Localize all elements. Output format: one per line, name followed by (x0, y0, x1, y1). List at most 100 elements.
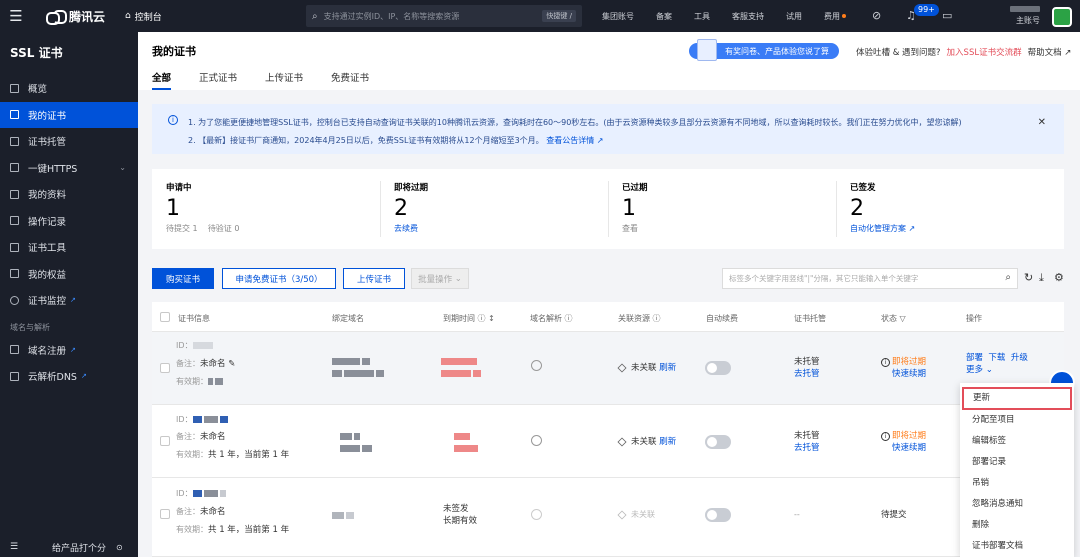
menu-item-delete[interactable]: 删除 (960, 515, 1074, 536)
sidebar-item-hosting[interactable]: 证书托管 (0, 128, 138, 155)
cert-tabs: 全部 正式证书 上传证书 免费证书 (152, 70, 369, 90)
mail-icon[interactable]: ▭ (942, 9, 952, 22)
cert-validity: 有效期： (176, 376, 225, 388)
sidebar-item-domain-registration[interactable]: 域名注册 ↗ (0, 337, 138, 364)
nav-group-account[interactable]: 集团账号 (602, 11, 634, 22)
tab-free[interactable]: 免费证书 (331, 70, 369, 90)
refresh-resource-link[interactable]: 刷新 (659, 363, 676, 373)
avatar[interactable] (1052, 7, 1072, 27)
apply-free-cert-button[interactable]: 申请免费证书（3/50） (222, 268, 336, 289)
gift-icon[interactable]: ⊘ (872, 9, 881, 22)
go-hosting-link[interactable]: 去托管 (794, 369, 820, 379)
row-checkbox[interactable] (160, 509, 170, 519)
join-group-link[interactable]: 加入SSL证书交流群 (947, 46, 1022, 58)
tab-official[interactable]: 正式证书 (199, 70, 237, 90)
nav-billing[interactable]: 费用 (824, 11, 846, 22)
search-icon[interactable]: ⌕ (1005, 272, 1011, 283)
nav-trial[interactable]: 试用 (786, 11, 802, 22)
nav-tools[interactable]: 工具 (694, 11, 710, 22)
info-circle-icon[interactable]: i (881, 358, 890, 367)
survey-banner[interactable]: 有奖问卷、产品体验您说了算 (689, 39, 839, 61)
tab-all[interactable]: 全部 (152, 70, 172, 90)
cert-id-redacted (192, 342, 213, 349)
nav-filing[interactable]: 备案 (656, 11, 672, 22)
globe-icon[interactable] (531, 435, 542, 446)
cert-id: ID： (176, 340, 215, 352)
auto-renew-toggle[interactable] (705, 435, 731, 449)
rate-arrow-icon[interactable]: ⊙ (116, 543, 123, 552)
auto-renew-toggle[interactable] (705, 361, 731, 375)
menu-item-edit-tags[interactable]: 编辑标签 (960, 431, 1074, 452)
sidebar-item-cert-tools[interactable]: 证书工具 (0, 234, 138, 261)
sort-icon: ↕ (488, 314, 495, 323)
sidebar-item-dns[interactable]: 云解析DNS ↗ (0, 363, 138, 390)
shortcut-hint: 快捷键 / (542, 10, 576, 22)
domain-redacted (332, 358, 360, 365)
tab-uploaded[interactable]: 上传证书 (265, 70, 303, 90)
refresh-icon[interactable]: ↻ (1024, 271, 1033, 284)
select-all-checkbox[interactable] (160, 312, 170, 322)
download-link[interactable]: 下载 (988, 353, 1005, 363)
sidebar-item-my-certificates[interactable]: 我的证书 (0, 101, 138, 128)
download-icon[interactable]: ⤓ (1039, 271, 1044, 285)
upload-cert-button[interactable]: 上传证书 (343, 268, 405, 289)
sidebar-item-cert-monitor[interactable]: 证书监控 ↗ (0, 287, 138, 314)
quick-renew-link[interactable]: 快速续期 (892, 369, 926, 379)
deploy-link[interactable]: 部署 (966, 353, 983, 363)
col-expire-time[interactable]: 到期时间 ⓘ ↕ (443, 313, 495, 324)
menu-item-revoke[interactable]: 吊销 (960, 473, 1074, 494)
automation-link[interactable]: 自动化管理方案 ↗ (850, 223, 1064, 234)
buy-cert-button[interactable]: 购买证书 (152, 268, 214, 289)
tag-search-input[interactable]: 标签多个关键字用竖线"|"分隔，其它只能输入单个关键字 ⌕ (722, 268, 1018, 289)
stat-value[interactable]: 1 (166, 196, 380, 222)
logo[interactable]: 腾讯云 (46, 8, 105, 25)
sidebar-item-my-profile[interactable]: 我的资料 (0, 181, 138, 208)
stat-sub-pending-verify[interactable]: 待验证 0 (208, 224, 240, 233)
stat-sub-pending-submit[interactable]: 待提交 1 (166, 224, 198, 233)
help-doc-link[interactable]: 帮助文档 ↗ (1028, 46, 1072, 58)
col-resources: 关联资源 ⓘ (618, 313, 661, 324)
stat-value[interactable]: 1 (622, 196, 836, 222)
sidebar-item-label: 我的权益 (28, 269, 67, 281)
global-search-input[interactable]: ⌕ 支持通过实例ID、IP、名称等搜索资源 快捷键 / (306, 5, 582, 27)
menu-item-deploy-records[interactable]: 部署记录 (960, 452, 1074, 473)
sidebar-item-overview[interactable]: 概览 (0, 75, 138, 102)
batch-ops-button[interactable]: 批量操作 ⌄ (411, 268, 469, 289)
status-badge: 即将过期 (892, 357, 927, 367)
edit-pencil-icon[interactable]: ✎ (228, 359, 235, 369)
col-status[interactable]: 状态 ▽ (881, 313, 906, 324)
console-link[interactable]: ⌂ 控制台 (125, 10, 162, 23)
info-circle-icon[interactable]: i (881, 432, 890, 441)
menu-item-ignore-notifications[interactable]: 忽略消息通知 (960, 494, 1074, 515)
expire-redacted (441, 358, 477, 365)
menu-item-assign-project[interactable]: 分配至项目 (960, 410, 1074, 431)
stats-panel: 申请中 1 待提交 1 待验证 0 即将过期 2 去续费 已过期 1 查看 已签… (152, 169, 1064, 249)
stat-value[interactable]: 2 (850, 196, 1064, 222)
row-checkbox[interactable] (160, 436, 170, 446)
rate-product-link[interactable]: 给产品打个分 (52, 541, 106, 554)
more-actions-link[interactable]: 更多 ⌄ (966, 365, 993, 375)
hamburger-menu-icon[interactable]: ☰ (0, 0, 32, 32)
upgrade-link[interactable]: 升级 (1011, 353, 1028, 363)
stat-value[interactable]: 2 (394, 196, 608, 222)
feedback-link[interactable]: 体验吐槽 & 遇到问题? (856, 46, 941, 58)
sidebar-item-my-benefits[interactable]: 我的权益 (0, 261, 138, 288)
renew-link[interactable]: 去续费 (394, 223, 608, 234)
auto-renew-toggle[interactable] (705, 508, 731, 522)
sidebar-item-one-click-https[interactable]: 一键HTTPS ⌄ (0, 155, 138, 182)
menu-item-deploy-docs[interactable]: 证书部署文档 (960, 536, 1074, 557)
notice-details-link[interactable]: 查看公告详情 (546, 136, 594, 145)
go-hosting-link[interactable]: 去托管 (794, 443, 820, 453)
collapse-icon[interactable]: ☰ (10, 542, 18, 552)
menu-item-update[interactable]: 更新 (962, 387, 1072, 410)
settings-gear-icon[interactable]: ⚙ (1054, 271, 1064, 284)
close-icon[interactable]: ✕ (1038, 114, 1046, 132)
quick-renew-link[interactable]: 快速续期 (892, 443, 926, 453)
account-menu[interactable]: 主账号 (985, 4, 1040, 26)
view-link[interactable]: 查看 (622, 223, 836, 234)
globe-icon[interactable] (531, 360, 542, 371)
refresh-resource-link[interactable]: 刷新 (659, 437, 676, 447)
row-checkbox[interactable] (160, 363, 170, 373)
sidebar-item-operation-log[interactable]: 操作记录 (0, 208, 138, 235)
nav-support[interactable]: 客服支持 (732, 11, 764, 22)
